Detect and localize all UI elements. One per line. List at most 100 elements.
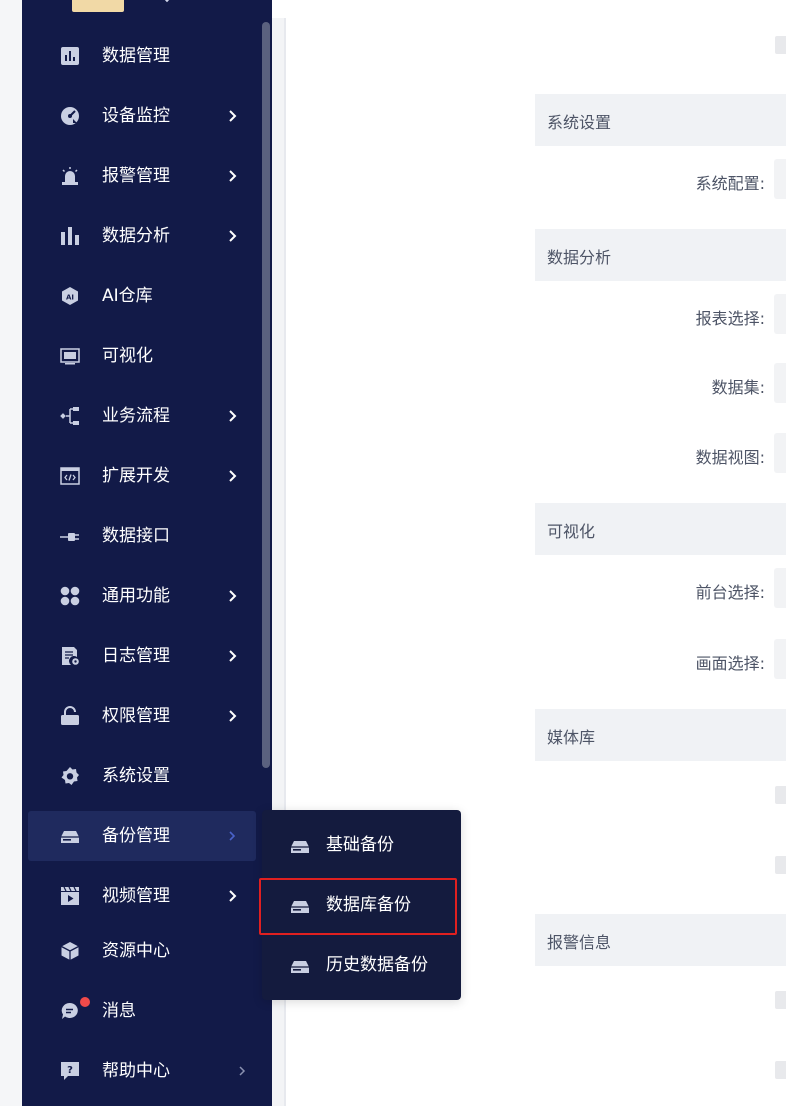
sidebar-item-label: 可视化 (102, 346, 153, 366)
sidebar-item-video-management[interactable]: 视频管理 (28, 871, 256, 921)
system-config-input[interactable] (774, 159, 786, 199)
sidebar-item-data-analysis[interactable]: 数据分析 (28, 211, 256, 261)
chevron-right-icon (222, 886, 242, 906)
sidebar-item-label: 日志管理 (102, 646, 170, 666)
cube-icon (60, 941, 80, 961)
chevron-right-icon (222, 706, 242, 726)
sidebar-scrollbar[interactable] (262, 22, 270, 768)
sidebar: 数据管理 设备监控 报警管理 数据分析 AI AI仓库 可视化 业务流程 扩展开… (22, 0, 272, 1106)
collapsed-input[interactable] (775, 36, 786, 54)
media-input-1[interactable] (775, 786, 786, 804)
dataset-input[interactable] (774, 363, 786, 403)
monitor-icon (60, 346, 80, 366)
sidebar-item-ai-repository[interactable]: AI AI仓库 (28, 271, 256, 321)
alarm-input-1[interactable] (775, 991, 786, 1009)
field-label-frontend-select: 前台选择: (695, 583, 765, 602)
section-title: 系统设置 (547, 113, 612, 132)
sidebar-item-label: 扩展开发 (102, 466, 170, 486)
sidebar-item-permission-management[interactable]: 权限管理 (28, 691, 256, 741)
sidebar-item-label: AI仓库 (102, 286, 153, 306)
sidebar-item-data-management[interactable]: 数据管理 (28, 31, 256, 81)
sidebar-item-label: 数据管理 (102, 46, 170, 66)
sidebar-item-label: 通用功能 (102, 586, 170, 606)
field-label-system-config: 系统配置: (695, 174, 765, 193)
bar-chart-square-icon (60, 46, 80, 66)
chevron-right-icon (232, 1061, 252, 1081)
field-label-screen-select: 画面选择: (695, 654, 765, 673)
avatar[interactable] (72, 0, 124, 12)
screen-select-input[interactable] (774, 639, 786, 679)
unlock-icon (60, 706, 80, 726)
sidebar-item-extension-development[interactable]: 扩展开发 (28, 451, 256, 501)
sidebar-item-resource-center[interactable]: 资源中心 (28, 926, 256, 976)
data-view-input[interactable] (774, 433, 786, 473)
alarm-input-2[interactable] (775, 1061, 786, 1079)
sidebar-item-backup-management[interactable]: 备份管理 (28, 811, 256, 861)
svg-text:?: ? (67, 1065, 73, 1076)
chevron-right-icon (222, 166, 242, 186)
sidebar-item-label: 帮助中心 (102, 1061, 170, 1081)
sidebar-item-alarm-management[interactable]: 报警管理 (28, 151, 256, 201)
sidebar-item-business-process[interactable]: 业务流程 (28, 391, 256, 441)
sidebar-item-label: 资源中心 (102, 941, 170, 961)
chevron-right-icon (222, 646, 242, 666)
chevron-right-icon (222, 226, 242, 246)
user-menu-chevron-icon[interactable] (159, 0, 175, 3)
sidebar-item-log-management[interactable]: 日志管理 (28, 631, 256, 681)
four-petal-icon (60, 586, 80, 606)
sidebar-item-messages[interactable]: 消息 (28, 986, 256, 1036)
section-header-alarm-info: 报警信息 (535, 914, 786, 966)
sidebar-item-system-settings[interactable]: 系统设置 (28, 751, 256, 801)
sidebar-item-label: 视频管理 (102, 886, 170, 906)
submenu-item-basic-backup[interactable]: 基础备份 (262, 818, 461, 874)
sidebar-item-label: 消息 (102, 1001, 136, 1021)
hard-drive-icon (290, 956, 310, 976)
chevron-right-icon (222, 586, 242, 606)
sidebar-item-common-functions[interactable]: 通用功能 (28, 571, 256, 621)
section-header-media-library: 媒体库 (535, 709, 786, 761)
sidebar-item-label: 权限管理 (102, 706, 170, 726)
code-window-icon (60, 466, 80, 486)
hard-drive-icon (290, 836, 310, 856)
sidebar-item-data-interface[interactable]: 数据接口 (28, 511, 256, 561)
section-title: 可视化 (547, 522, 596, 541)
frontend-select-input[interactable] (774, 568, 786, 608)
submenu-item-history-data-backup[interactable]: 历史数据备份 (262, 938, 461, 994)
field-label-report-select: 报表选择: (695, 309, 765, 328)
video-clapper-icon (60, 886, 80, 906)
field-label-data-view: 数据视图: (695, 448, 765, 467)
section-header-system-settings: 系统设置 (535, 94, 786, 146)
sidebar-item-device-monitoring[interactable]: 设备监控 (28, 91, 256, 141)
section-title: 媒体库 (547, 728, 596, 747)
bar-chart-icon (60, 226, 80, 246)
section-header-visualization: 可视化 (535, 503, 786, 555)
media-input-2[interactable] (775, 856, 786, 874)
section-title: 报警信息 (547, 933, 612, 952)
sidebar-item-visualization[interactable]: 可视化 (28, 331, 256, 381)
report-select-input[interactable] (774, 294, 786, 334)
page-left-margin (0, 0, 22, 1106)
chevron-right-icon (222, 406, 242, 426)
chevron-right-icon (222, 826, 242, 846)
hard-drive-icon (60, 826, 80, 846)
section-title: 数据分析 (547, 248, 612, 267)
chevron-right-icon (222, 466, 242, 486)
field-label-dataset: 数据集: (711, 378, 765, 397)
sidebar-item-label: 报警管理 (102, 166, 170, 186)
gear-icon (60, 766, 80, 786)
svg-text:AI: AI (66, 294, 74, 302)
log-file-icon (60, 646, 80, 666)
speed-gauge-icon (60, 106, 80, 126)
help-square-icon: ? (60, 1061, 80, 1081)
chevron-right-icon (222, 106, 242, 126)
flow-chart-icon (60, 406, 80, 426)
plug-icon (60, 526, 80, 546)
selection-highlight (259, 878, 457, 935)
sidebar-item-label: 业务流程 (102, 406, 170, 426)
sidebar-item-label: 系统设置 (102, 766, 170, 786)
submenu-item-label: 历史数据备份 (326, 955, 428, 975)
alarm-light-icon (60, 166, 80, 186)
sidebar-item-help-center[interactable]: ? 帮助中心 (28, 1046, 256, 1096)
sidebar-item-label: 数据分析 (102, 226, 170, 246)
section-header-data-analysis: 数据分析 (535, 229, 786, 281)
